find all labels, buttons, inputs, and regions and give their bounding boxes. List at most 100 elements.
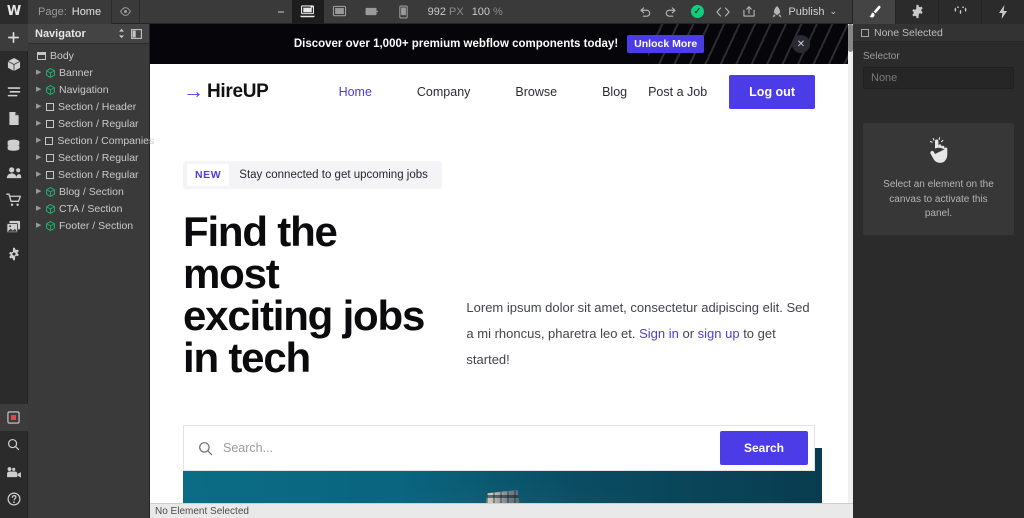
tab-effects-panel[interactable] xyxy=(981,0,1024,24)
chevron-right-icon[interactable]: ▶ xyxy=(36,171,42,178)
breakpoint-mobile-landscape[interactable] xyxy=(356,0,388,24)
left-tool-pages[interactable] xyxy=(0,105,28,132)
export-button[interactable] xyxy=(736,0,762,24)
nav-link-browse[interactable]: Browse xyxy=(515,85,557,99)
left-tool-video-tutorials[interactable] xyxy=(0,404,28,431)
navigator-item[interactable]: ▶ Section / Regular xyxy=(28,149,149,166)
site-navbar: → HireUP Home Company Browse Blog Post a… xyxy=(150,64,848,119)
navigator-item[interactable]: ▶ Banner xyxy=(28,64,149,81)
nav-link-blog[interactable]: Blog xyxy=(602,85,627,99)
nav-link-home[interactable]: Home xyxy=(339,85,372,99)
undo-button[interactable] xyxy=(632,0,658,24)
promo-banner[interactable]: Discover over 1,000+ premium webflow com… xyxy=(150,24,848,64)
webflow-logo[interactable]: W xyxy=(0,0,28,24)
more-options-button[interactable] xyxy=(270,0,292,24)
hero-announcement-pill[interactable]: NEW Stay connected to get upcoming jobs xyxy=(183,161,442,189)
left-tool-assets[interactable] xyxy=(0,213,28,240)
navigator-item-label: Footer / Section xyxy=(59,219,134,232)
tab-settings-panel[interactable] xyxy=(895,0,938,24)
hero-search-section: Search... Search xyxy=(150,425,848,503)
nav-link-company[interactable]: Company xyxy=(417,85,471,99)
chevron-right-icon[interactable]: ▶ xyxy=(36,120,42,127)
left-tool-help[interactable] xyxy=(0,485,28,512)
navigator-item-label: Body xyxy=(50,49,74,62)
zoom-value[interactable]: 100 xyxy=(472,6,490,18)
preview-toggle-button[interactable] xyxy=(112,0,141,24)
chevron-right-icon[interactable]: ▶ xyxy=(36,154,42,161)
section-icon xyxy=(46,102,54,111)
canvas-scroll-region[interactable]: Discover over 1,000+ premium webflow com… xyxy=(150,24,853,503)
selector-input[interactable]: None xyxy=(863,67,1014,89)
banner-close-icon[interactable]: ✕ xyxy=(792,35,810,53)
navigator-item[interactable]: ▶ Navigation xyxy=(28,81,149,98)
page-selector[interactable]: Page: Home xyxy=(28,0,113,24)
layers-icon xyxy=(7,86,20,96)
navigator-item[interactable]: ▶ Section / Header xyxy=(28,98,149,115)
navigator-item[interactable]: ▶ Section / Regular xyxy=(28,166,149,183)
unlock-more-button[interactable]: Unlock More xyxy=(627,35,705,53)
viewport-width-unit: PX xyxy=(449,5,464,18)
zoom-unit: % xyxy=(493,5,503,18)
redo-button[interactable] xyxy=(658,0,684,24)
chevron-right-icon[interactable]: ▶ xyxy=(36,222,42,229)
left-tool-users[interactable] xyxy=(0,159,28,186)
navigator-item[interactable]: Body xyxy=(28,47,149,64)
chevron-right-icon[interactable]: ▶ xyxy=(36,205,42,212)
canvas-area[interactable]: Discover over 1,000+ premium webflow com… xyxy=(150,24,853,518)
chevron-right-icon[interactable]: ▶ xyxy=(36,188,42,195)
left-tool-add-elements[interactable] xyxy=(0,24,28,51)
logo-text: HireUP xyxy=(207,80,269,102)
chevron-right-icon[interactable]: ▶ xyxy=(36,103,42,110)
navigator-item-label: Blog / Section xyxy=(59,185,124,198)
code-view-button[interactable] xyxy=(710,0,736,24)
breakpoint-tablet[interactable] xyxy=(324,0,356,24)
navigator-item[interactable]: ▶ Section / Companies xyxy=(28,132,154,149)
selection-label: None Selected xyxy=(874,26,943,39)
sign-in-link[interactable]: Sign in xyxy=(639,326,679,341)
navigator-item[interactable]: ▶ Section / Regular xyxy=(28,115,149,132)
job-search-bar[interactable]: Search... Search xyxy=(183,425,815,471)
tab-style-panel[interactable] xyxy=(852,0,895,24)
chevron-right-icon[interactable]: ▶ xyxy=(36,69,42,76)
hero-heading: Find the most exciting jobs in tech xyxy=(183,208,425,381)
navigator-sort-button[interactable] xyxy=(114,28,129,39)
search-button[interactable]: Search xyxy=(719,431,808,465)
body-icon xyxy=(37,51,46,60)
navigator-item[interactable]: ▶ CTA / Section xyxy=(28,200,149,217)
left-tool-screen-record[interactable] xyxy=(0,458,28,485)
cube-icon xyxy=(7,57,20,72)
left-tool-cms[interactable] xyxy=(0,132,28,159)
navigator-collapse-button[interactable] xyxy=(129,28,144,39)
publish-label: Publish xyxy=(788,5,825,18)
selector-label: Selector xyxy=(863,51,900,62)
navigator-item[interactable]: ▶ Footer / Section xyxy=(28,217,149,234)
viewport-width-value: 992 xyxy=(427,5,446,18)
navigator-item-label: Section / Regular xyxy=(58,117,139,130)
panel-empty-state: Select an element on the canvas to activ… xyxy=(863,123,1014,235)
hero-section: NEW Stay connected to get upcoming jobs … xyxy=(150,119,848,379)
publish-button[interactable]: Publish ⌄ xyxy=(762,0,846,24)
left-tool-components[interactable] xyxy=(0,51,28,78)
tab-interactions-panel[interactable] xyxy=(938,0,981,24)
chevron-right-icon[interactable]: ▶ xyxy=(36,137,41,144)
search-input[interactable]: Search... xyxy=(223,441,273,455)
left-tool-settings[interactable] xyxy=(0,240,28,267)
post-a-job-link[interactable]: Post a Job xyxy=(648,85,707,99)
webflow-designer: W Page: Home 992 PX 100 % ✓ Publish ⌄ Na… xyxy=(0,0,1024,518)
left-tool-search[interactable] xyxy=(0,431,28,458)
breakpoint-mobile-portrait[interactable] xyxy=(388,0,420,24)
camera-icon xyxy=(6,466,21,478)
breakpoint-desktop[interactable] xyxy=(291,0,324,24)
navigator-item-label: Banner xyxy=(59,66,93,79)
gear-icon xyxy=(8,247,19,260)
save-status-indicator: ✓ xyxy=(684,0,710,24)
bolt-icon xyxy=(999,4,1007,19)
left-tool-ecommerce[interactable] xyxy=(0,186,28,213)
navigator-item[interactable]: ▶ Blog / Section xyxy=(28,183,149,200)
sign-up-link[interactable]: sign up xyxy=(698,326,740,341)
logout-button[interactable]: Log out xyxy=(729,74,815,109)
chevron-right-icon[interactable]: ▶ xyxy=(36,86,42,93)
site-logo[interactable]: → HireUP xyxy=(183,81,269,103)
left-tool-style-manager[interactable] xyxy=(0,78,28,105)
selector-section: Selector None xyxy=(853,42,1024,89)
